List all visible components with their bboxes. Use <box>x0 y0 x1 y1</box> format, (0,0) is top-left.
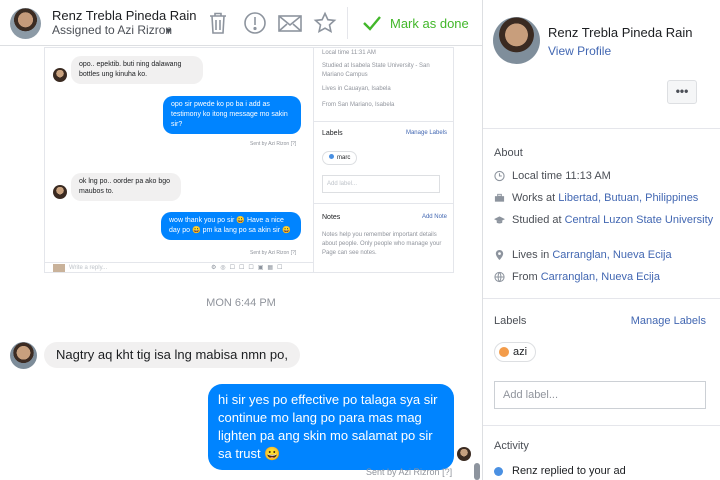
trash-icon[interactable] <box>207 11 231 35</box>
alert-icon[interactable] <box>243 11 267 35</box>
star-icon[interactable] <box>313 11 337 35</box>
embedded-label-text: marc <box>337 155 351 161</box>
mark-as-done-button[interactable]: Mark as done <box>362 12 469 34</box>
checkmark-icon <box>363 16 381 31</box>
assigned-to-dropdown[interactable]: Assigned to Azi Rizron <box>52 23 172 37</box>
globe-icon <box>494 271 505 283</box>
embedded-local-time: Local time 11:31 AM <box>322 50 376 56</box>
help-link[interactable]: [?] <box>442 467 452 477</box>
from-link[interactable]: Carranglan, Nueva Ecija <box>541 271 660 283</box>
panel-divider <box>483 425 720 426</box>
sent-by-label: Sent by Azi Rizron [?] <box>366 467 452 477</box>
sent-by-text: Sent by Azi Rizron <box>366 467 440 477</box>
graduation-cap-icon <box>494 216 505 224</box>
panel-divider <box>483 298 720 299</box>
works-link[interactable]: Libertad, Butuan, Philippines <box>558 192 698 204</box>
shared-screenshot-image[interactable]: opo.. epektib. buti ning dalawang bottle… <box>44 47 454 273</box>
briefcase-icon <box>494 193 505 202</box>
embedded-sent-by: Sent by Azi Rizon [?] <box>250 250 297 256</box>
manage-labels-link[interactable]: Manage Labels <box>631 315 706 327</box>
embedded-lives: Lives in Cauayan, Isabela <box>322 86 391 92</box>
embedded-info-panel: Local time 11:31 AM Studied at Isabela S… <box>313 48 453 272</box>
embedded-message: wow thank you po sir 😀 Have a nice day p… <box>161 212 301 240</box>
embedded-notes-help: Notes help you remember important detail… <box>322 232 442 256</box>
embedded-manage-labels: Manage Labels <box>405 130 447 136</box>
seen-avatar <box>457 447 471 461</box>
scrollbar-thumb[interactable] <box>474 463 480 480</box>
message-timestamp: MON 6:44 PM <box>206 297 276 309</box>
embedded-message: ok lng po.. oorder pa ako bgo maubos to. <box>71 173 181 201</box>
embedded-label-tag: marc <box>322 151 358 165</box>
embedded-from: From San Mariano, Isabela <box>322 102 395 108</box>
clock-icon <box>494 170 505 182</box>
lives-prefix: Lives in <box>512 249 553 261</box>
sender-avatar[interactable] <box>10 342 37 369</box>
embedded-add-label: Add label... <box>322 175 440 193</box>
outgoing-message: hi sir yes po effective po talaga sya si… <box>208 384 454 470</box>
lives-link[interactable]: Carranglan, Nueva Ecija <box>552 249 671 261</box>
about-title: About <box>494 147 523 159</box>
activity-item: Renz replied to your ad <box>494 465 626 477</box>
embedded-avatar <box>53 185 67 199</box>
conversation-pane: opo.. epektib. buti ning dalawang bottle… <box>0 47 482 480</box>
contact-avatar[interactable] <box>10 8 41 39</box>
embedded-sent-by: Sent by Azi Rizon [?] <box>250 141 297 147</box>
labels-title: Labels <box>494 315 527 327</box>
location-pin-icon <box>495 249 504 261</box>
embedded-chat: opo.. epektib. buti ning dalawang bottle… <box>45 48 313 272</box>
conversation-header: Renz Trebla Pineda Rain Assigned to Azi … <box>0 0 482 46</box>
embedded-avatar <box>53 68 67 82</box>
activity-dot <box>494 466 503 476</box>
embedded-divider <box>314 203 453 204</box>
chevron-down-icon[interactable]: ▼ <box>164 26 173 36</box>
activity-title: Activity <box>494 440 529 452</box>
activity-text: Renz replied to your ad <box>512 465 626 477</box>
embedded-notes-title: Notes <box>322 214 341 221</box>
panel-divider <box>483 128 720 129</box>
label-tag-text: azi <box>513 346 528 358</box>
about-lives: Lives in Carranglan, Nueva Ecija <box>494 249 714 261</box>
embedded-labels-title: Labels <box>322 130 343 137</box>
embedded-thumb <box>53 264 65 272</box>
add-label-input[interactable]: Add label... <box>494 381 706 409</box>
studied-prefix: Studied at <box>512 214 565 226</box>
embedded-message: opo sir pwede ko po ba i add as testimon… <box>163 96 301 134</box>
embedded-message: opo.. epektib. buti ning dalawang bottle… <box>71 56 203 84</box>
local-time-text: Local time 11:13 AM <box>512 170 611 182</box>
embedded-label-dot <box>329 154 334 159</box>
header-divider <box>347 7 348 39</box>
studied-link[interactable]: Central Luzon State University <box>565 214 714 226</box>
label-tag[interactable]: azi <box>494 342 537 362</box>
envelope-icon[interactable] <box>277 11 302 35</box>
embedded-composer-placeholder: Write a reply... <box>69 265 108 271</box>
contact-info-panel: Renz Trebla Pineda Rain View Profile •••… <box>482 0 720 480</box>
view-profile-link[interactable]: View Profile <box>548 44 611 58</box>
embedded-composer-icons: ⚙◎☐☐☐▣▦☐ <box>211 265 287 271</box>
mark-as-done-label: Mark as done <box>390 15 469 31</box>
incoming-message: Nagtry aq kht tig isa lng mabisa nmn po, <box>44 342 300 368</box>
embedded-divider <box>314 121 453 122</box>
profile-name: Renz Trebla Pineda Rain <box>548 25 693 40</box>
contact-name[interactable]: Renz Trebla Pineda Rain <box>52 8 197 23</box>
works-prefix: Works at <box>512 192 559 204</box>
embedded-studied: Studied at Isabela State University - Sa… <box>322 63 430 78</box>
profile-avatar[interactable] <box>493 17 540 64</box>
more-options-button[interactable]: ••• <box>667 80 697 104</box>
from-prefix: From <box>512 271 541 283</box>
label-color-dot <box>499 347 509 357</box>
embedded-composer: Write a reply... ⚙◎☐☐☐▣▦☐ <box>45 262 313 272</box>
about-works: Works at Libertad, Butuan, Philippines <box>494 192 714 204</box>
about-local-time: Local time 11:13 AM <box>494 170 714 182</box>
embedded-add-note: Add Note <box>421 214 447 220</box>
about-studied: Studied at Central Luzon State Universit… <box>494 214 714 226</box>
about-from: From Carranglan, Nueva Ecija <box>494 271 714 283</box>
